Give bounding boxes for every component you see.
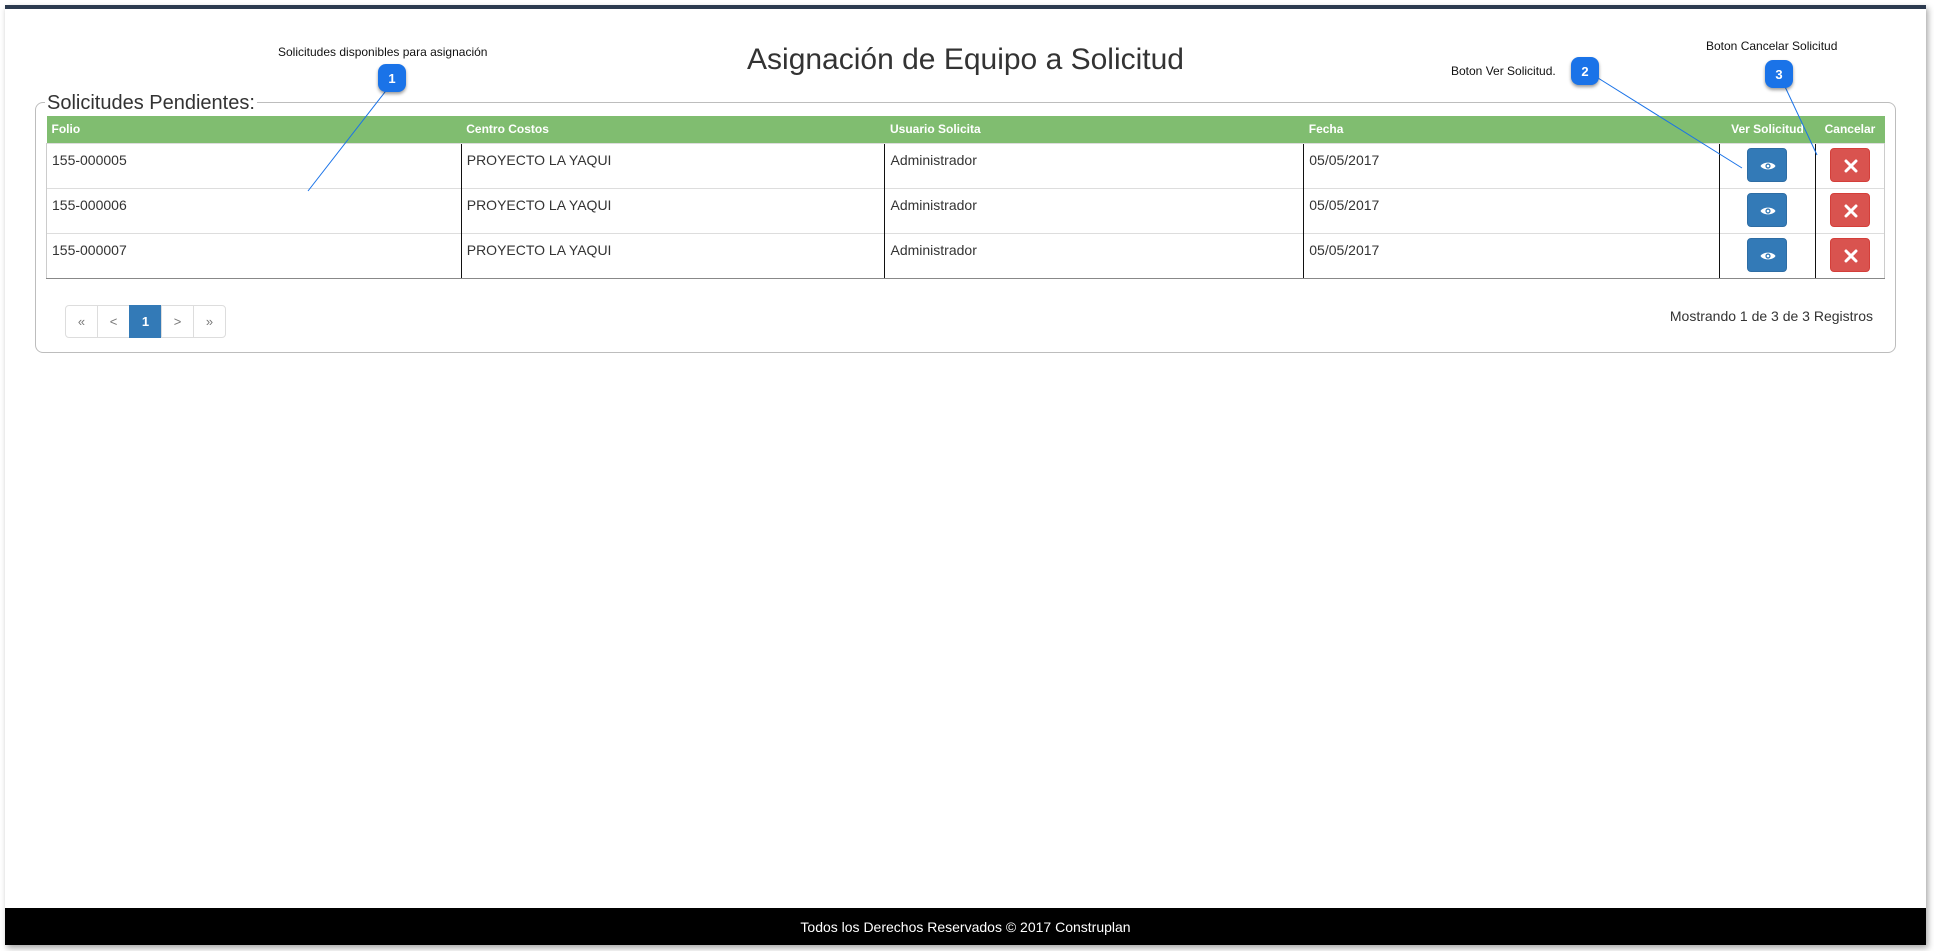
record-count-info: Mostrando 1 de 3 de 3 Registros — [1669, 308, 1873, 324]
top-bar — [5, 5, 1926, 9]
cell-cancelar — [1814, 187, 1886, 233]
screenshot-frame: Asignación de Equipo a Solicitud Solicit… — [0, 0, 1934, 951]
cell-fecha: 05/05/2017 — [1303, 232, 1720, 279]
table-row: 155-000005 PROYECTO LA YAQUI Administrad… — [46, 142, 1886, 188]
header-cancelar: Cancelar — [1815, 116, 1885, 143]
view-request-button[interactable] — [1747, 237, 1788, 272]
header-folio: Folio — [46, 116, 462, 143]
eye-icon — [1760, 252, 1776, 259]
cancel-request-button[interactable] — [1829, 237, 1870, 272]
cell-centro-costos: PROYECTO LA YAQUI — [460, 142, 885, 188]
cell-folio: 155-000006 — [46, 187, 462, 233]
table-header-row: Folio Centro Costos Usuario Solicita Fec… — [46, 116, 1885, 143]
x-icon — [1844, 249, 1858, 262]
cell-folio: 155-000005 — [46, 142, 462, 188]
cell-ver-solicitud — [1719, 142, 1816, 188]
cell-fecha: 05/05/2017 — [1303, 142, 1720, 188]
requests-table: Folio Centro Costos Usuario Solicita Fec… — [46, 116, 1886, 279]
callout-label-3: Boton Cancelar Solicitud — [1706, 39, 1838, 53]
pagination-current-page[interactable]: 1 — [129, 305, 162, 338]
cell-ver-solicitud — [1719, 187, 1816, 233]
x-icon — [1844, 159, 1858, 172]
pagination-last[interactable]: » — [193, 305, 226, 338]
header-ver-solicitud: Ver Solicitud — [1719, 116, 1816, 143]
cell-centro-costos: PROYECTO LA YAQUI — [460, 187, 885, 233]
header-fecha: Fecha — [1303, 116, 1720, 143]
view-request-button[interactable] — [1747, 192, 1788, 227]
cell-usuario-solicita: Administrador — [884, 232, 1304, 279]
cell-centro-costos: PROYECTO LA YAQUI — [460, 232, 885, 279]
cell-usuario-solicita: Administrador — [884, 187, 1304, 233]
cancel-request-button[interactable] — [1829, 192, 1870, 227]
callout-label-1: Solicitudes disponibles para asignación — [278, 45, 488, 59]
callout-label-2: Boton Ver Solicitud. — [1451, 64, 1556, 78]
footer: Todos los Derechos Reservados © 2017 Con… — [5, 908, 1926, 945]
table-row: 155-000007 PROYECTO LA YAQUI Administrad… — [46, 232, 1886, 279]
callout-badge-2: 2 — [1571, 57, 1599, 85]
pagination-first[interactable]: « — [65, 305, 98, 338]
header-centro-costos: Centro Costos — [461, 116, 885, 143]
cancel-request-button[interactable] — [1829, 147, 1870, 182]
cell-ver-solicitud — [1719, 232, 1816, 279]
callout-badge-1: 1 — [378, 64, 406, 92]
eye-icon — [1760, 162, 1776, 169]
footer-text: Todos los Derechos Reservados © 2017 Con… — [800, 918, 1131, 935]
cell-folio: 155-000007 — [46, 232, 462, 279]
header-usuario-solicita: Usuario Solicita — [884, 116, 1304, 143]
pagination: « < 1 > » — [65, 305, 226, 338]
cell-cancelar — [1814, 142, 1886, 188]
cell-usuario-solicita: Administrador — [884, 142, 1304, 188]
cell-cancelar — [1814, 232, 1886, 279]
section-legend: Solicitudes Pendientes: — [45, 92, 257, 115]
table-row: 155-000006 PROYECTO LA YAQUI Administrad… — [46, 187, 1886, 233]
app-window: Asignación de Equipo a Solicitud Solicit… — [5, 5, 1926, 945]
eye-icon — [1760, 207, 1776, 214]
cell-fecha: 05/05/2017 — [1303, 187, 1720, 233]
callout-badge-3: 3 — [1765, 60, 1793, 88]
pagination-prev[interactable]: < — [97, 305, 130, 338]
pagination-next[interactable]: > — [161, 305, 194, 338]
view-request-button[interactable] — [1747, 147, 1788, 182]
x-icon — [1844, 204, 1858, 217]
